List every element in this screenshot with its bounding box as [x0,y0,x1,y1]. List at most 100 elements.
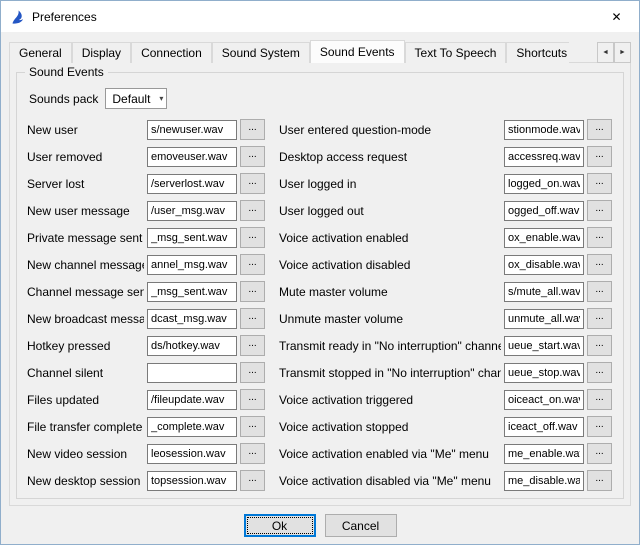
browse-button[interactable]: ... [240,308,265,329]
sound-file-input[interactable] [147,444,237,464]
browse-button[interactable]: ... [240,470,265,491]
tabs: GeneralDisplayConnectionSound SystemSoun… [9,40,569,63]
sound-file-input[interactable] [504,174,584,194]
browse-button[interactable]: ... [587,335,612,356]
browse-button[interactable]: ... [240,335,265,356]
sound-event-row: Voice activation triggered... [279,386,612,413]
sound-event-label: Voice activation enabled via "Me" menu [279,447,501,461]
browse-button[interactable]: ... [587,200,612,221]
sound-event-label: New desktop session [27,474,144,488]
browse-button[interactable]: ... [587,119,612,140]
tab-connection[interactable]: Connection [131,42,212,63]
sound-file-input[interactable] [147,363,237,383]
tab-scroll-left-icon[interactable]: ◄ [597,42,614,63]
tab-bar: GeneralDisplayConnectionSound SystemSoun… [9,39,631,63]
ok-button[interactable]: Ok [244,514,316,537]
sounds-pack-row: Sounds pack Default ▾ [29,88,615,109]
browse-button[interactable]: ... [587,254,612,275]
browse-button[interactable]: ... [587,146,612,167]
sound-event-label: User removed [27,150,144,164]
browse-button[interactable]: ... [240,416,265,437]
sound-file-input[interactable] [504,363,584,383]
sound-file-input[interactable] [147,471,237,491]
sound-file-input[interactable] [504,417,584,437]
sound-file-input[interactable] [147,282,237,302]
sound-file-input[interactable] [147,309,237,329]
sound-event-row: Voice activation disabled via "Me" menu.… [279,467,612,494]
browse-button[interactable]: ... [587,362,612,383]
sound-event-row: Mute master volume... [279,278,612,305]
tab-sound-system[interactable]: Sound System [212,42,310,63]
browse-button[interactable]: ... [587,281,612,302]
browse-button[interactable]: ... [240,362,265,383]
sound-event-label: Mute master volume [279,285,501,299]
sound-file-input[interactable] [147,390,237,410]
sound-file-input[interactable] [147,255,237,275]
group-title: Sound Events [25,65,108,79]
browse-button[interactable]: ... [240,443,265,464]
browse-button[interactable]: ... [587,227,612,248]
sounds-pack-select[interactable]: Default ▾ [105,88,167,109]
sound-event-row: New broadcast message... [27,305,265,332]
sound-event-row: Channel silent... [27,359,265,386]
browse-button[interactable]: ... [587,443,612,464]
cancel-button[interactable]: Cancel [325,514,397,537]
browse-button[interactable]: ... [240,389,265,410]
sound-event-label: Channel silent [27,366,144,380]
browse-button[interactable]: ... [587,389,612,410]
sound-file-input[interactable] [504,120,584,140]
app-icon [9,9,25,25]
browse-button[interactable]: ... [587,308,612,329]
sound-event-row: Voice activation disabled... [279,251,612,278]
sound-event-label: Unmute master volume [279,312,501,326]
sound-file-input[interactable] [504,444,584,464]
tab-general[interactable]: General [9,42,72,63]
sound-event-label: Voice activation triggered [279,393,501,407]
tab-display[interactable]: Display [72,42,131,63]
browse-button[interactable]: ... [587,470,612,491]
sound-file-input[interactable] [504,336,584,356]
sound-file-input[interactable] [504,390,584,410]
sound-file-input[interactable] [147,120,237,140]
sound-file-input[interactable] [147,174,237,194]
sound-event-row: Desktop access request... [279,143,612,170]
sound-event-label: New video session [27,447,144,461]
browse-button[interactable]: ... [240,119,265,140]
sound-file-input[interactable] [504,309,584,329]
sound-file-input[interactable] [504,282,584,302]
tab-shortcuts[interactable]: Shortcuts [506,42,569,63]
browse-button[interactable]: ... [240,227,265,248]
sound-file-input[interactable] [147,201,237,221]
footer: Ok Cancel [1,514,639,537]
tab-text-to-speech[interactable]: Text To Speech [405,42,507,63]
sound-event-row: User logged out... [279,197,612,224]
sound-file-input[interactable] [147,336,237,356]
sound-event-label: File transfer complete [27,420,144,434]
browse-button[interactable]: ... [587,416,612,437]
sounds-pack-label: Sounds pack [29,92,98,106]
sound-event-label: Voice activation stopped [279,420,501,434]
tab-sound-events[interactable]: Sound Events [310,40,405,63]
browse-button[interactable]: ... [240,146,265,167]
sound-file-input[interactable] [504,201,584,221]
browse-button[interactable]: ... [587,173,612,194]
browse-button[interactable]: ... [240,173,265,194]
sound-file-input[interactable] [147,147,237,167]
browse-button[interactable]: ... [240,200,265,221]
sound-file-input[interactable] [504,228,584,248]
sound-file-input[interactable] [147,228,237,248]
sound-file-input[interactable] [504,147,584,167]
browse-button[interactable]: ... [240,254,265,275]
sound-event-row: Hotkey pressed... [27,332,265,359]
sound-file-input[interactable] [147,417,237,437]
sound-file-input[interactable] [504,255,584,275]
sound-event-label: New broadcast message [27,312,144,326]
window-title: Preferences [32,10,97,24]
sound-file-input[interactable] [504,471,584,491]
browse-button[interactable]: ... [240,281,265,302]
tab-scroll-right-icon[interactable]: ► [614,42,631,63]
sound-events-left-column: New user...User removed...Server lost...… [27,116,265,494]
sound-event-label: Voice activation disabled via "Me" menu [279,474,501,488]
sound-event-label: New channel message [27,258,144,272]
close-icon[interactable]: ✕ [594,1,639,32]
